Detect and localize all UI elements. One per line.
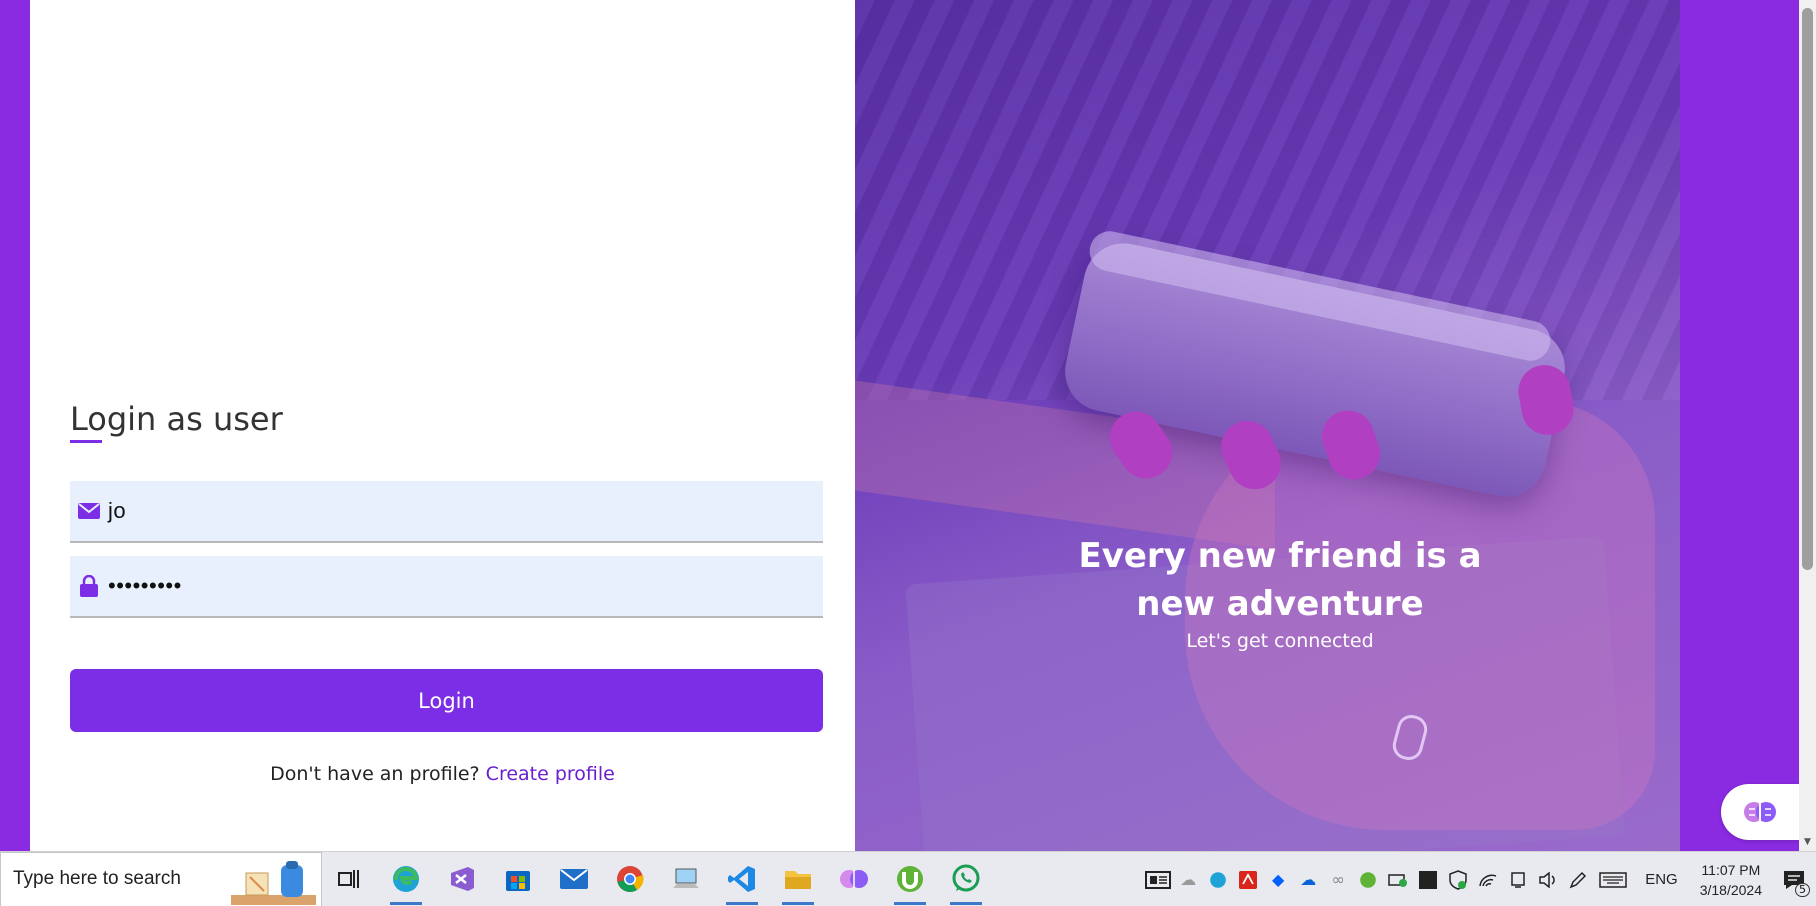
signup-row: Don't have an profile? Create profile — [30, 763, 855, 785]
hero-panel: Every new friend is a new adventure Let'… — [855, 0, 1680, 851]
app-tray-icon[interactable] — [1413, 852, 1443, 906]
cloud-icon[interactable]: ☁ — [1173, 852, 1203, 906]
login-title: Login as user — [70, 400, 283, 438]
mail-icon[interactable] — [546, 852, 602, 906]
notification-center-button[interactable]: 5 — [1772, 852, 1816, 906]
password-field[interactable]: ••••••••• — [70, 556, 823, 618]
volume-icon[interactable] — [1533, 852, 1563, 906]
search-highlight-art-icon — [231, 860, 316, 905]
visual-studio-icon[interactable] — [434, 852, 490, 906]
title-underline — [70, 440, 102, 443]
utorrent-tray-icon[interactable] — [1353, 852, 1383, 906]
security-shield-icon[interactable] — [1443, 852, 1473, 906]
vscode-icon[interactable] — [714, 852, 770, 906]
whatsapp-icon[interactable] — [938, 852, 994, 906]
active-indicator — [894, 901, 926, 905]
login-card: Login as user jo ••••••••• Login Don't h… — [30, 0, 1680, 851]
link-icon[interactable]: ∞ — [1323, 852, 1353, 906]
lock-icon — [70, 575, 108, 597]
pen-icon[interactable] — [1563, 852, 1593, 906]
microsoft-store-icon[interactable] — [490, 852, 546, 906]
edge-icon[interactable] — [378, 852, 434, 906]
chrome-icon[interactable] — [602, 852, 658, 906]
email-input[interactable]: jo — [108, 498, 126, 524]
browser-viewport: Login as user jo ••••••••• Login Don't h… — [0, 0, 1816, 851]
battery-charging-icon[interactable] — [1383, 852, 1413, 906]
system-tray: ☁ ◆ ☁ ∞ ENG 11:07 PM 3/18/2024 5 — [1143, 852, 1816, 906]
clock-date: 3/18/2024 — [1699, 881, 1762, 898]
active-indicator — [390, 901, 422, 905]
hero-text: Every new friend is a new adventure Let'… — [1055, 532, 1505, 652]
wifi-icon[interactable] — [1473, 852, 1503, 906]
taskbar-search-box[interactable]: Type here to search — [0, 851, 322, 906]
edge-tray-icon[interactable] — [1203, 852, 1233, 906]
hero-headline: Every new friend is a new adventure — [1078, 536, 1482, 624]
file-explorer-icon[interactable] — [770, 852, 826, 906]
signup-prompt: Don't have an profile? — [270, 763, 480, 785]
brain-icon — [1744, 802, 1776, 822]
computer-icon[interactable] — [658, 852, 714, 906]
active-indicator — [726, 901, 758, 905]
create-profile-link[interactable]: Create profile — [486, 763, 615, 785]
scroll-thumb[interactable] — [1802, 8, 1813, 570]
scroll-down-arrow-icon[interactable]: ▼ — [1802, 837, 1813, 847]
login-button[interactable]: Login — [70, 669, 823, 732]
envelope-icon — [70, 503, 108, 519]
acrobat-icon[interactable] — [1233, 852, 1263, 906]
device-icon[interactable] — [1503, 852, 1533, 906]
onedrive-icon[interactable]: ☁ — [1293, 852, 1323, 906]
active-indicator — [782, 901, 814, 905]
windows-taskbar: Type here to search ☁ ◆ ☁ ∞ ENG 11:07 PM… — [0, 851, 1816, 906]
login-panel: Login as user jo ••••••••• Login Don't h… — [30, 0, 855, 851]
news-widget-icon[interactable] — [1143, 852, 1173, 906]
email-field[interactable]: jo — [70, 481, 823, 543]
active-indicator — [950, 901, 982, 905]
hero-subline: Let's get connected — [1186, 630, 1374, 652]
dropbox-icon[interactable]: ◆ — [1263, 852, 1293, 906]
password-input[interactable]: ••••••••• — [108, 573, 182, 599]
clock-time: 11:07 PM — [1701, 861, 1761, 878]
vertical-scrollbar[interactable]: ▼ — [1799, 0, 1816, 851]
language-indicator[interactable]: ENG — [1633, 871, 1690, 888]
utorrent-icon[interactable] — [882, 852, 938, 906]
keyboard-icon[interactable] — [1593, 852, 1633, 906]
notification-count-badge: 5 — [1795, 883, 1810, 897]
brain-app-icon[interactable] — [826, 852, 882, 906]
clock[interactable]: 11:07 PM 3/18/2024 — [1690, 860, 1772, 900]
search-placeholder: Type here to search — [13, 868, 181, 889]
brain-assistant-button[interactable] — [1721, 784, 1799, 840]
task-view-icon[interactable] — [322, 852, 378, 906]
